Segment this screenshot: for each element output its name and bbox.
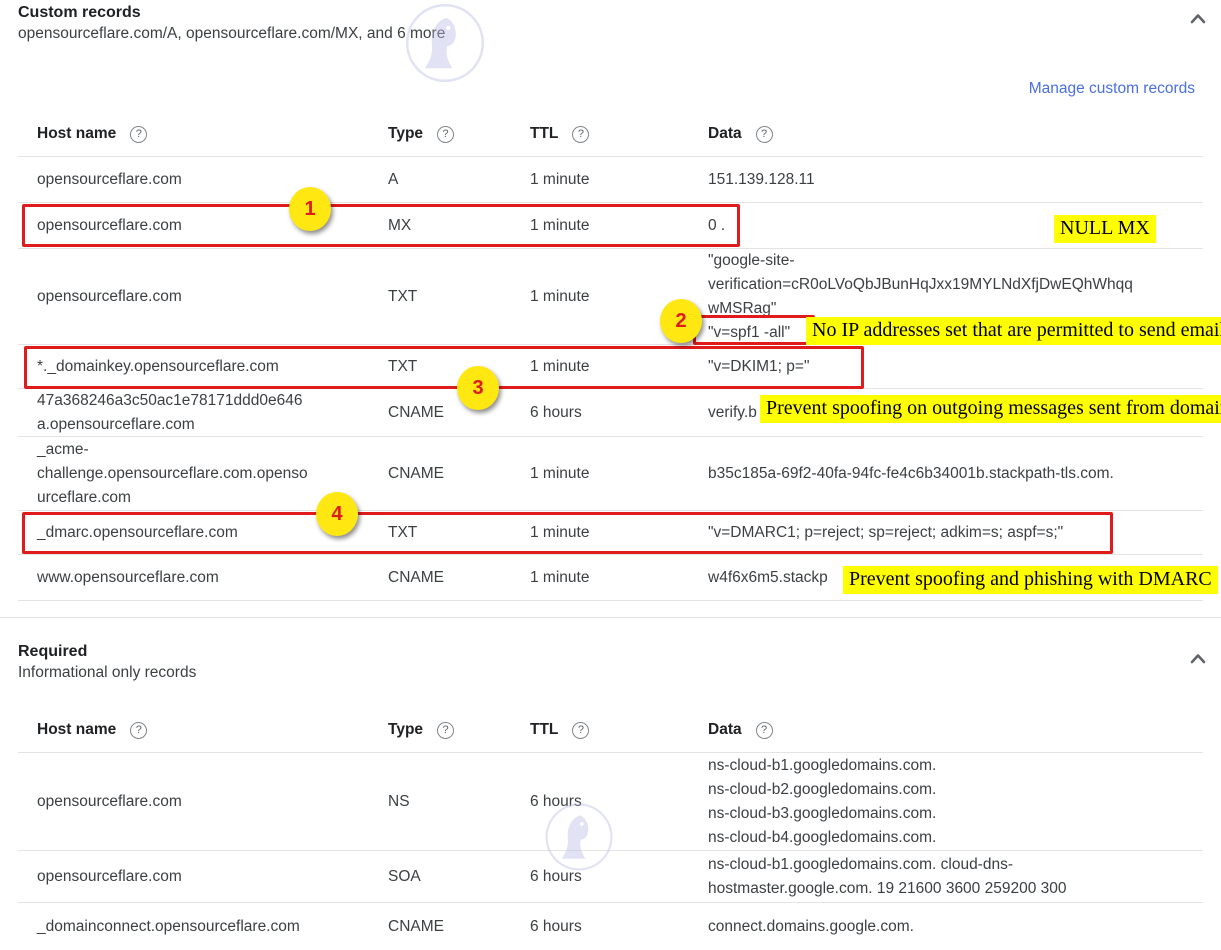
- record-ttl: 6 hours: [530, 401, 708, 425]
- column-header-data: Data: [708, 721, 742, 739]
- column-header-host-name: Host name: [37, 125, 116, 143]
- table-row-txt-record: opensourceflare.com TXT 1 minute "google…: [18, 249, 1203, 345]
- record-ttl: 1 minute: [530, 462, 708, 486]
- column-header-ttl: TTL: [530, 125, 558, 143]
- section-title-custom-records: Custom records: [18, 3, 1203, 23]
- table-row-verify-cname-record: 47a368246a3c50ac1e78171ddd0e646 a.openso…: [18, 389, 1203, 437]
- section-title-required: Required: [18, 642, 1203, 662]
- column-header-ttl: TTL: [530, 721, 558, 739]
- help-icon[interactable]: ?: [572, 722, 589, 739]
- help-icon[interactable]: ?: [756, 126, 773, 143]
- help-icon[interactable]: ?: [130, 722, 147, 739]
- record-data: verify.b: [708, 401, 1203, 425]
- record-host: www.opensourceflare.com: [18, 566, 388, 590]
- record-host: opensourceflare.com: [18, 865, 388, 889]
- record-data: ns-cloud-b1.googledomains.com. cloud-dns…: [708, 853, 1203, 901]
- record-host: _domainconnect.opensourceflare.com: [18, 915, 388, 939]
- chevron-up-icon[interactable]: [1186, 8, 1210, 32]
- manage-custom-records-link[interactable]: Manage custom records: [1029, 80, 1195, 97]
- record-type: TXT: [388, 355, 530, 379]
- table-row-mx-record: opensourceflare.com MX 1 minute 0 .: [18, 203, 1203, 249]
- record-host: *._domainkey.opensourceflare.com: [18, 355, 388, 379]
- table-row-dmarc-record: _dmarc.opensourceflare.com TXT 1 minute …: [18, 511, 1203, 555]
- required-records-header: Required Informational only records: [18, 618, 1203, 683]
- record-data: connect.domains.google.com.: [708, 915, 1203, 939]
- column-header-type: Type: [388, 721, 423, 739]
- table-row-domainkey-record: *._domainkey.opensourceflare.com TXT 1 m…: [18, 345, 1203, 389]
- record-type: CNAME: [388, 401, 530, 425]
- section-subtitle-custom-records: opensourceflare.com/A, opensourceflare.c…: [18, 23, 1203, 44]
- record-ttl: 1 minute: [530, 566, 708, 590]
- record-host: opensourceflare.com: [18, 214, 388, 238]
- record-ttl: 1 minute: [530, 168, 708, 192]
- record-ttl: 1 minute: [530, 521, 708, 545]
- column-header-host-name: Host name: [37, 721, 116, 739]
- help-icon[interactable]: ?: [437, 722, 454, 739]
- record-type: CNAME: [388, 566, 530, 590]
- record-ttl: 6 hours: [530, 790, 708, 814]
- record-data: "v=DMARC1; p=reject; sp=reject; adkim=s;…: [708, 521, 1203, 545]
- record-type: SOA: [388, 865, 530, 889]
- record-type: NS: [388, 790, 530, 814]
- record-host: _acme- challenge.opensourceflare.com.ope…: [18, 438, 388, 510]
- record-data: 0 .: [708, 214, 1203, 238]
- record-data: 151.139.128.11: [708, 168, 1203, 192]
- record-host: 47a368246a3c50ac1e78171ddd0e646 a.openso…: [18, 389, 388, 437]
- help-icon[interactable]: ?: [437, 126, 454, 143]
- record-host: opensourceflare.com: [18, 790, 388, 814]
- record-ttl: 1 minute: [530, 214, 708, 238]
- table-row-www-cname-record: www.opensourceflare.com CNAME 1 minute w…: [18, 555, 1203, 601]
- help-icon[interactable]: ?: [130, 126, 147, 143]
- record-ttl: 1 minute: [530, 355, 708, 379]
- record-ttl: 6 hours: [530, 915, 708, 939]
- record-data: w4f6x6m5.stackp: [708, 566, 1203, 590]
- record-type: TXT: [388, 285, 530, 309]
- record-host: opensourceflare.com: [18, 168, 388, 192]
- record-data: "v=DKIM1; p=": [708, 355, 1203, 379]
- record-type: CNAME: [388, 915, 530, 939]
- help-icon[interactable]: ?: [756, 722, 773, 739]
- table-row-domainconnect-record: _domainconnect.opensourceflare.com CNAME…: [18, 903, 1203, 950]
- table-row-a-record: opensourceflare.com A 1 minute 151.139.1…: [18, 157, 1203, 203]
- record-type: CNAME: [388, 462, 530, 486]
- help-icon[interactable]: ?: [572, 126, 589, 143]
- record-host: opensourceflare.com: [18, 285, 388, 309]
- record-ttl: 6 hours: [530, 865, 708, 889]
- column-header-type: Type: [388, 125, 423, 143]
- table-row-ns-record: opensourceflare.com NS 6 hours ns-cloud-…: [18, 753, 1203, 851]
- chevron-up-icon[interactable]: [1186, 648, 1210, 672]
- record-host: _dmarc.opensourceflare.com: [18, 521, 388, 545]
- column-header-data: Data: [708, 125, 742, 143]
- record-ttl: 1 minute: [530, 285, 708, 309]
- record-data: ns-cloud-b1.googledomains.com. ns-cloud-…: [708, 754, 1203, 850]
- record-type: MX: [388, 214, 530, 238]
- custom-records-header: Custom records opensourceflare.com/A, op…: [18, 0, 1203, 44]
- record-data: "google-site- verification=cR0oLVoQbJBun…: [708, 249, 1203, 345]
- record-type: TXT: [388, 521, 530, 545]
- required-table-header: Host name ? Type ? TTL ? Data ?: [18, 708, 1203, 753]
- table-row-soa-record: opensourceflare.com SOA 6 hours ns-cloud…: [18, 851, 1203, 903]
- section-subtitle-required: Informational only records: [18, 662, 1203, 683]
- table-row-acme-challenge-record: _acme- challenge.opensourceflare.com.ope…: [18, 437, 1203, 511]
- custom-table-header: Host name ? Type ? TTL ? Data ?: [18, 112, 1203, 157]
- record-data: b35c185a-69f2-40fa-94fc-fe4c6b34001b.sta…: [708, 462, 1203, 486]
- dns-records-page: Custom records opensourceflare.com/A, op…: [0, 0, 1221, 950]
- record-type: A: [388, 168, 530, 192]
